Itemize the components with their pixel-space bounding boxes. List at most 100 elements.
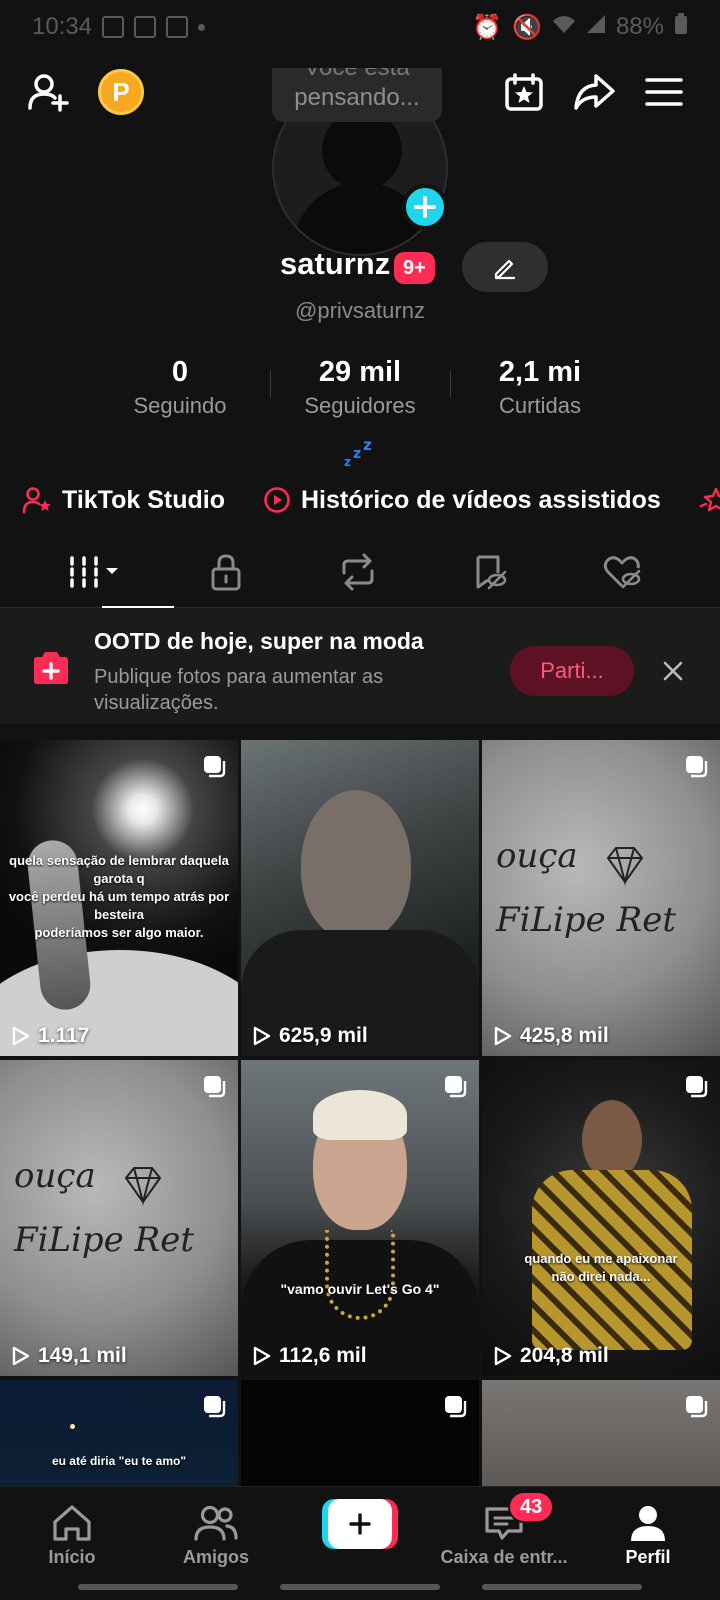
person-hair [313,1090,407,1140]
thought-bubble-previous-text: Você está [272,68,442,82]
username-row: saturnz 9+ [0,242,720,292]
stat-likes[interactable]: 2,1 mi Curtidas [450,356,630,419]
video-thumbnail[interactable]: quando eu me apaixonar não direi nada...… [482,1060,720,1376]
play-outline-icon [12,1026,30,1046]
tab-liked[interactable] [572,536,672,608]
video-thumbnail[interactable]: quela sensação de lembrar daquela garota… [0,740,238,1056]
view-count: 112,6 mil [253,1344,367,1368]
shooting-star-icon [699,487,720,512]
favorites-link[interactable] [677,486,720,514]
battery-icon [674,12,688,42]
tab-videos[interactable] [44,536,174,609]
nav-profile-label: Perfil [625,1546,671,1567]
nav-home[interactable]: Início [2,1487,142,1583]
multi-photo-icon [204,1396,226,1418]
followers-label: Seguidores [304,393,416,418]
create-button[interactable] [322,1499,398,1549]
tiktok-studio-link[interactable]: TikTok Studio [0,486,225,515]
watch-history-link[interactable]: Histórico de vídeos assistidos [241,486,661,515]
add-person-icon [28,74,69,112]
person-face [301,790,411,940]
coin-icon: P [112,76,130,107]
share-arrow-icon [574,74,615,110]
video-thumbnail[interactable]: ouça FiLipe Ret 425,8 mil [482,740,720,1056]
home-icon [53,1504,91,1541]
nav-home-label: Início [48,1546,96,1567]
video-thumbnail[interactable]: "vamo ouvir Let's Go 4" 112,6 mil [241,1060,479,1376]
close-icon [663,661,683,681]
grid-dropdown-icon [70,556,118,588]
promo-close-button[interactable] [654,652,692,690]
svg-text:z: z [344,455,351,468]
video-thumbnail[interactable]: 625,9 mil [241,740,479,1056]
view-count-text: 625,9 mil [279,1024,368,1047]
view-count-text: 425,8 mil [520,1024,609,1047]
profile-icon [631,1505,665,1541]
stat-followers[interactable]: 29 mil Seguidores [270,356,450,419]
camera-plus-icon [34,652,68,684]
svg-text:z: z [363,438,372,454]
view-count: 625,9 mil [253,1024,368,1048]
gesture-bar [280,1584,440,1590]
share-profile-button[interactable] [566,64,622,120]
watch-history-label: Histórico de vídeos assistidos [300,485,661,514]
gesture-bar [482,1584,642,1590]
gesture-bar [78,1584,238,1590]
video-caption: quela sensação de lembrar daquela garota… [8,853,230,940]
view-count: 204,8 mil [494,1344,609,1368]
s-app-icon [134,16,157,38]
coins-button[interactable]: P [98,69,144,115]
tiktok-studio-label: TikTok Studio [62,485,225,514]
video-thumbnail[interactable]: ouça FiLipe Ret 149,1 mil [0,1060,238,1376]
play-outline-icon [494,1346,512,1366]
video-thumbnail[interactable] [482,1380,720,1490]
wifi-icon [552,13,576,41]
scrawl-text-line1: ouça [14,1156,96,1196]
promo-participate-button[interactable]: Parti... [510,646,634,696]
bookmark-hidden-icon [476,555,507,590]
gallery-icon [102,16,125,38]
tab-reposts[interactable] [308,536,408,608]
view-count-text: 149,1 mil [38,1344,127,1367]
svg-text:z: z [353,446,361,462]
mute-icon: 🔇 [512,13,542,41]
add-story-button[interactable] [402,184,448,230]
view-count: 1.117 [12,1024,89,1048]
calendar-star-icon [505,73,543,111]
person-face [582,1100,642,1180]
thought-bubble[interactable]: Você está pensando... [272,68,442,122]
edit-profile-button[interactable] [462,242,548,292]
notification-badge[interactable]: 9+ [394,252,435,284]
scrawl-text-line2: FiLipe Ret [496,900,676,940]
nav-profile[interactable]: Perfil [578,1487,718,1583]
battery-text: 88% [615,13,664,40]
video-caption: quando eu me apaixonar não direi nada... [524,1251,678,1284]
add-friend-button[interactable] [20,64,76,120]
lock-icon [211,554,241,591]
tab-saved[interactable] [440,536,540,608]
menu-button[interactable] [636,64,692,120]
instagram-icon [166,16,189,38]
stat-following[interactable]: 0 Seguindo [90,356,270,419]
nav-friends-label: Amigos [182,1546,249,1567]
nav-inbox-label: Caixa de entr... [440,1546,568,1567]
profile-shortcuts: TikTok Studio Histórico de vídeos assist… [0,478,720,522]
tab-private[interactable] [176,536,276,608]
nav-friends[interactable]: Amigos [146,1487,286,1583]
thought-bubble-text: pensando... [294,84,420,111]
video-thumbnail[interactable]: eu até diria "eu te amo" [0,1380,238,1490]
multi-photo-icon [445,1076,467,1098]
multi-photo-icon [686,1396,708,1418]
pencil-icon [494,259,516,280]
multi-photo-icon [204,1076,226,1098]
calendar-button[interactable] [496,64,552,120]
view-count: 149,1 mil [12,1344,127,1368]
video-caption: "vamo ouvir Let's Go 4" [280,1281,440,1297]
play-outline-icon [253,1346,271,1366]
scrawl-text-line2: FiLipe Ret [14,1220,194,1260]
diamond-icon [606,847,644,886]
profile-stats: 0 Seguindo 29 mil Seguidores 2,1 mi Curt… [0,356,720,420]
nav-inbox[interactable]: Caixa de entr... [424,1487,584,1583]
photo-promo-banner[interactable]: OOTD de hoje, super na moda Publique fot… [0,608,720,724]
video-thumbnail[interactable] [241,1380,479,1490]
